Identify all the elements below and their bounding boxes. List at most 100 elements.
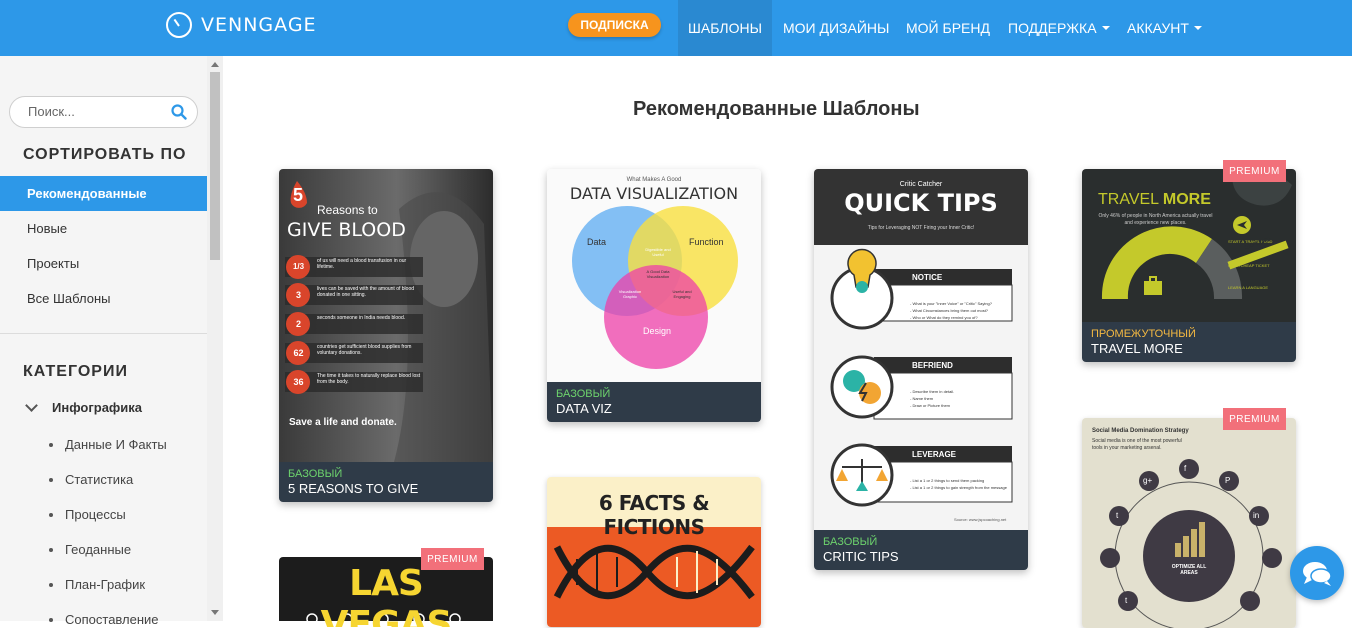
chevron-down-icon — [1193, 26, 1202, 30]
category-label: Инфографика — [52, 400, 143, 415]
bullet-icon — [49, 442, 53, 447]
nav-account-label: АККАУНТ — [1127, 20, 1189, 36]
subscribe-button[interactable]: ПОДПИСКА — [568, 13, 661, 37]
tips-kicker: Critic Catcher — [899, 181, 943, 188]
dataviz-center: A Good Data Visualization — [646, 269, 670, 279]
scroll-up-icon[interactable] — [211, 62, 219, 67]
nav-templates[interactable]: ШАБЛОНЫ — [678, 0, 772, 56]
subcategory-item[interactable]: Данные И Факты — [49, 437, 167, 452]
tips-befriend: BEFRIEND — [912, 361, 953, 370]
template-card-give-blood[interactable]: 5 Reasons to GIVE BLOOD 1/3 3 2 62 36 of… — [279, 169, 493, 502]
facts-headline: 6 FACTS & FICTIONS — [598, 491, 710, 539]
subcategory-item[interactable]: Процессы — [49, 507, 126, 522]
bullet-icon — [49, 582, 53, 587]
nav-templates-label: ШАБЛОНЫ — [688, 20, 762, 36]
card-name: CRITIC TIPS — [823, 549, 899, 564]
travel-sub: Only 46% of people in North America actu… — [1098, 213, 1213, 226]
card-footer: БАЗОВЫЙ 5 REASONS TO GIVE — [279, 462, 493, 502]
dataviz-headline: DATA VISUALIZATION — [569, 184, 739, 203]
tips-notice-lines: - What is your "Inner Voice" or "Critic"… — [910, 300, 1010, 321]
sort-title: СОРТИРОВАТЬ ПО — [23, 146, 187, 163]
scroll-down-icon[interactable] — [211, 610, 219, 615]
card-footer: БАЗОВЫЙ DATA VIZ — [547, 382, 761, 422]
card-tier: БАЗОВЫЙ — [556, 388, 611, 400]
social-title: Social Media Domination Strategy — [1092, 428, 1189, 434]
subcategory-item[interactable]: Сопоставление — [49, 612, 159, 627]
chevron-down-icon — [25, 398, 38, 412]
nav-my-brand[interactable]: МОЙ БРЕНД — [906, 0, 990, 56]
tips-leverage-lines: - List a 1 or 2 things to send them pack… — [910, 477, 1010, 491]
nav-support-label: ПОДДЕРЖКА — [1008, 20, 1097, 36]
blood-stat-text: lives can be saved with the amount of bl… — [317, 286, 415, 298]
blood-footer: Save a life and donate. — [289, 417, 397, 428]
bullet-icon — [49, 512, 53, 517]
tips-line: - List a 1 or 2 things to send them pack… — [910, 478, 985, 483]
tips-line: - Describe them in detail. — [910, 389, 955, 394]
sort-item-new[interactable]: Новые — [0, 211, 207, 246]
category-infographics[interactable]: Инфографика — [25, 398, 143, 415]
nav-my-designs-label: МОИ ДИЗАЙНЫ — [783, 20, 890, 36]
subcategory-label: Геоданные — [65, 542, 132, 557]
subcategory-item[interactable]: Статистика — [49, 472, 133, 487]
sort-item-all[interactable]: Все Шаблоны — [0, 281, 207, 316]
tips-line: - Draw or Picture them — [910, 403, 951, 408]
tips-source: Source: www.jspcoaching.net — [954, 517, 1007, 522]
twitter-icon: t — [1116, 511, 1119, 520]
template-card-critic-tips[interactable]: Critic Catcher QUICK TIPS Tips for Lever… — [814, 169, 1028, 570]
nav-account[interactable]: АККАУНТ — [1127, 0, 1202, 56]
template-card-facts-fictions[interactable]: 6 FACTS & FICTIONS — [547, 477, 761, 627]
blood-stat-number: 36 — [293, 377, 304, 387]
dataviz-top-overlap: Digestible and Useful — [645, 247, 671, 257]
facebook-icon: f — [1184, 464, 1187, 473]
blood-stat-number: 3 — [295, 290, 301, 300]
card-name: DATA VIZ — [556, 401, 612, 416]
template-card-social-media[interactable]: Social Media Domination Strategy Social … — [1082, 418, 1296, 628]
search-box[interactable] — [9, 96, 198, 128]
venngage-logo[interactable]: VENNGAGE — [166, 12, 317, 38]
subcategory-item[interactable]: План-График — [49, 577, 145, 592]
logo-icon — [166, 12, 192, 38]
social-center: OPTIMIZE ALL AREAS — [1171, 564, 1207, 576]
template-card-data-viz[interactable]: What Makes A Good DATA VISUALIZATION Dat… — [547, 169, 761, 422]
travel-item: GET A CHEAP TICKET — [1228, 263, 1270, 268]
scroll-thumb[interactable] — [210, 72, 220, 260]
tips-line: - Name them — [910, 396, 934, 401]
tips-leverage: LEVERAGE — [912, 450, 957, 459]
google-plus-icon: g+ — [1143, 476, 1153, 485]
tips-befriend-lines: - Describe them in detail. - Name them -… — [910, 388, 1010, 409]
dataviz-left-overlap: Visualization Graphic — [618, 289, 642, 299]
tumblr-icon: t — [1125, 596, 1128, 605]
nav-my-designs[interactable]: МОИ ДИЗАЙНЫ — [783, 0, 889, 56]
tips-line: - Who or What do they remind you of? — [910, 315, 978, 320]
blood-stat-text: seconds someone in India needs blood. — [317, 315, 406, 321]
chevron-down-icon — [1101, 26, 1110, 30]
tips-notice: NOTICE — [912, 273, 943, 282]
dataviz-function: Function — [689, 237, 724, 247]
bullet-icon — [49, 477, 53, 482]
search-icon[interactable] — [171, 104, 187, 120]
tips-line: - What is your "Inner Voice" or "Critic"… — [910, 301, 992, 306]
dataviz-design: Design — [643, 326, 672, 336]
sort-item-projects[interactable]: Проекты — [0, 246, 207, 281]
blood-headline: GIVE BLOOD — [287, 219, 406, 241]
top-navbar: VENNGAGE ПОДПИСКА ШАБЛОНЫ МОИ ДИЗАЙНЫ МО… — [0, 0, 1352, 56]
chat-button[interactable] — [1290, 546, 1344, 600]
card-footer: ПРОМЕЖУТОЧНЫЙ TRAVEL MORE — [1082, 322, 1296, 362]
subcategory-item[interactable]: Геоданные — [49, 542, 131, 557]
card-name: 5 REASONS TO GIVE — [288, 481, 419, 496]
blood-number: 5 — [293, 185, 304, 205]
blood-stat-text: The time it takes to naturally replace b… — [317, 373, 421, 385]
nav-support[interactable]: ПОДДЕРЖКА — [1008, 0, 1110, 56]
linkedin-icon: in — [1253, 511, 1260, 520]
sidebar-scrollbar[interactable] — [207, 56, 223, 621]
tips-line: - List a 1 or 2 things to gain strength … — [910, 485, 1007, 490]
nav-my-brand-label: МОЙ БРЕНД — [906, 20, 990, 36]
page-title: Рекомендованные Шаблоны — [633, 98, 920, 120]
search-input[interactable] — [28, 104, 168, 119]
travel-item: LEARN A LANGUAGE — [1228, 285, 1269, 290]
vegas-headline: LAS VEGAS — [320, 563, 453, 627]
social-sub: Social media is one of the most powerful… — [1092, 438, 1182, 451]
template-card-travel-more[interactable]: TRAVEL MORE Only 46% of people in North … — [1082, 169, 1296, 362]
sort-item-recommended[interactable]: Рекомендованные — [0, 176, 207, 211]
tips-sub: Tips for Leveraging NOT Firing your Inne… — [867, 225, 975, 231]
